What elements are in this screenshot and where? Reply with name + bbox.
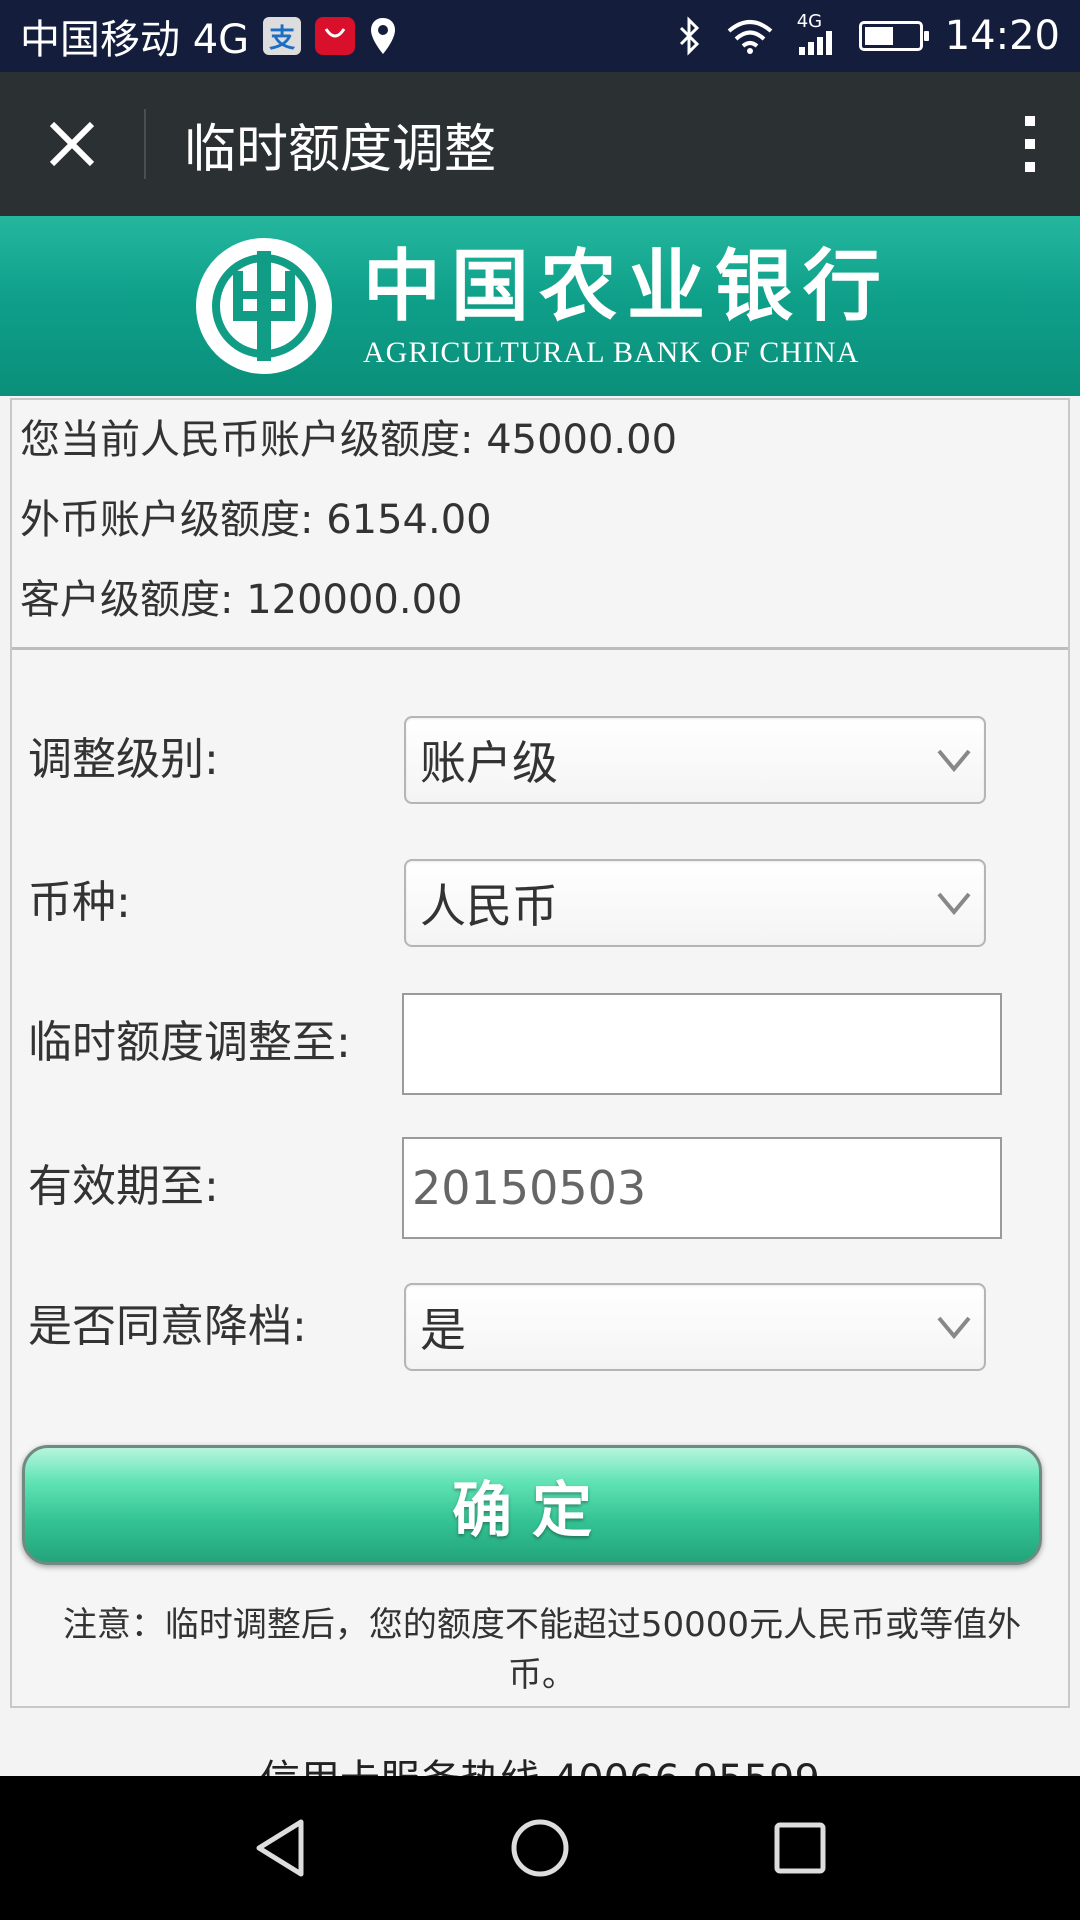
bank-name-english: AGRICULTURAL BANK OF CHINA: [362, 336, 860, 369]
current-limit-info: 您当前人民币账户级额度: 45000.00 外币账户级额度: 6154.00 客…: [12, 400, 1068, 650]
currency-select[interactable]: 人民币: [404, 859, 986, 947]
close-button[interactable]: [0, 72, 144, 216]
chevron-down-icon: [924, 748, 984, 772]
level-label: 调整级别:: [28, 734, 219, 785]
recent-apps-square-icon: [774, 1822, 826, 1874]
cell-signal-icon: 4G: [797, 13, 837, 59]
close-icon: [49, 121, 95, 167]
adjust-form: 调整级别: 账户级 币种: 人民币 临时额度调整至: 有效期至: 2015050…: [12, 650, 1068, 1426]
adjust-amount-label: 临时额度调整至:: [28, 1017, 351, 1068]
level-select-value: 账户级: [420, 736, 558, 790]
level-select[interactable]: 账户级: [404, 716, 986, 804]
limit-notice: 注意：临时调整后，您的额度不能超过50000元人民币或等值外币。: [62, 1605, 1022, 1695]
chevron-down-icon: [924, 1315, 984, 1339]
battery-icon: [858, 21, 929, 51]
form-row-downgrade: 是否同意降档: 是: [12, 1283, 1068, 1426]
bank-name-chinese: 中国农业银行: [362, 241, 891, 332]
back-button[interactable]: [230, 1798, 330, 1898]
service-hotline: 信用卡服务热线 40066 95599: [0, 1756, 1080, 1776]
confirm-button[interactable]: 确定: [22, 1445, 1042, 1565]
network-type-label: 4G: [796, 11, 823, 32]
bluetooth-icon: [677, 16, 703, 56]
expiry-label: 有效期至:: [28, 1161, 219, 1212]
status-right: 4G 14:20: [677, 13, 1060, 59]
status-bar: 中国移动 4G 支 4G 14:20: [0, 0, 1080, 72]
rmb-account-limit: 您当前人民币账户级额度: 45000.00: [20, 417, 678, 463]
carrier-label: 中国移动 4G: [20, 17, 250, 63]
bank-name: 中国农业银行 AGRICULTURAL BANK OF CHINA: [363, 242, 891, 370]
more-vertical-icon: [1025, 116, 1035, 172]
home-button[interactable]: [490, 1798, 590, 1898]
form-row-expiry: 有效期至: 20150503: [12, 1137, 1068, 1283]
currency-select-value: 人民币: [420, 879, 558, 933]
adjust-amount-input[interactable]: [402, 993, 1002, 1095]
limit-adjust-panel: 您当前人民币账户级额度: 45000.00 外币账户级额度: 6154.00 客…: [10, 398, 1070, 1708]
app-bar: 临时额度调整: [0, 72, 1080, 216]
foreign-account-limit: 外币账户级额度: 6154.00: [20, 497, 492, 543]
customer-limit: 客户级额度: 120000.00: [20, 577, 463, 623]
form-row-level: 调整级别: 账户级: [12, 716, 1068, 859]
service-hotline-text: 信用卡服务热线 40066 95599: [260, 1760, 820, 1776]
status-left: 中国移动 4G 支: [20, 7, 677, 65]
chevron-down-icon: [924, 891, 984, 915]
system-nav-bar: [0, 1776, 1080, 1920]
bank-banner: 中国农业银行 AGRICULTURAL BANK OF CHINA: [0, 216, 1080, 396]
downgrade-label: 是否同意降档:: [28, 1301, 307, 1352]
bank-logo-icon: [195, 238, 332, 374]
shopping-bag-icon: [315, 17, 356, 55]
app-bar-divider: [144, 109, 146, 179]
form-row-adjust-amount: 临时额度调整至:: [12, 993, 1068, 1137]
wifi-icon: [725, 17, 775, 55]
form-row-currency: 币种: 人民币: [12, 859, 1068, 993]
currency-label: 币种:: [28, 877, 131, 928]
more-options-button[interactable]: [980, 72, 1080, 216]
downgrade-select-value: 是: [420, 1303, 466, 1357]
page-title: 临时额度调整: [184, 119, 497, 180]
home-circle-icon: [511, 1819, 569, 1877]
back-triangle-icon: [256, 1819, 304, 1877]
recent-apps-button[interactable]: [750, 1798, 850, 1898]
clock-label: 14:20: [944, 13, 1060, 59]
expiry-input[interactable]: 20150503: [402, 1137, 1002, 1239]
downgrade-select[interactable]: 是: [404, 1283, 986, 1371]
alipay-icon: 支: [263, 17, 302, 55]
location-pin-icon: [369, 16, 397, 56]
